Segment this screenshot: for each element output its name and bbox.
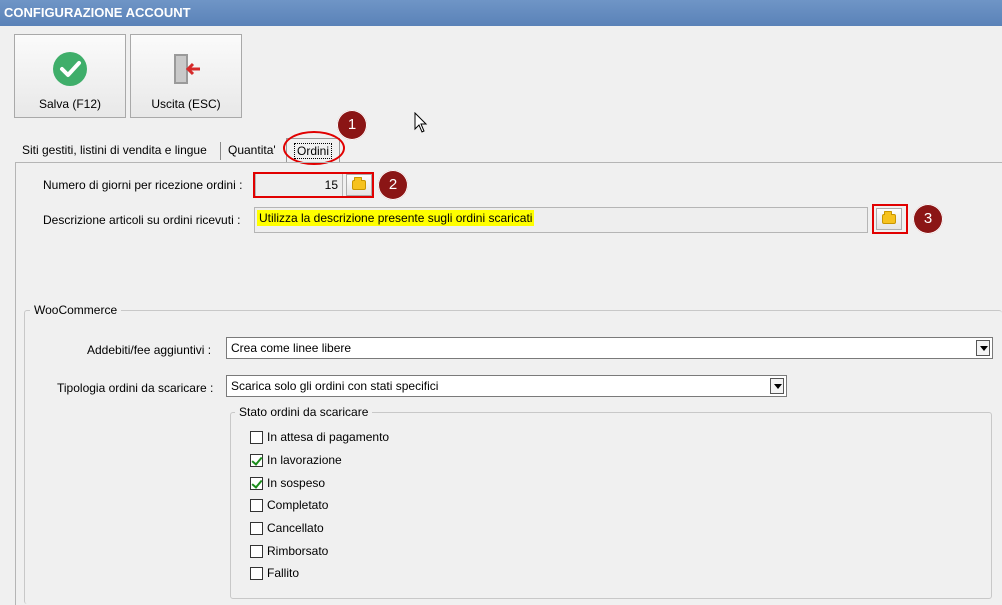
status-checkbox-label: In sospeso: [267, 476, 326, 490]
status-checkbox[interactable]: [250, 545, 263, 558]
status-checkbox-label: Completato: [267, 498, 329, 512]
fees-label: Addebiti/fee aggiuntivi :: [87, 343, 212, 357]
folder-icon: [882, 211, 896, 224]
tab-sites-label: Siti gestiti, listini di vendita e lingu…: [22, 143, 207, 157]
status-group-title: Stato ordini da scaricare: [235, 405, 373, 419]
description-folder-button[interactable]: [876, 208, 902, 230]
status-checkbox[interactable]: [250, 567, 263, 580]
description-field[interactable]: Utilizza la descrizione presente sugli o…: [254, 207, 868, 233]
order-type-select[interactable]: Scarica solo gli ordini con stati specif…: [226, 375, 787, 397]
chevron-down-icon[interactable]: [976, 340, 990, 356]
status-checkbox-label: In attesa di pagamento: [267, 430, 390, 444]
days-label: Numero di giorni per ricezione ordini :: [43, 178, 243, 192]
description-value: Utilizza la descrizione presente sugli o…: [257, 210, 535, 226]
exit-button[interactable]: Uscita (ESC): [130, 34, 242, 118]
annotation-ellipse: [283, 131, 345, 165]
status-checkbox-label: Fallito: [267, 566, 300, 580]
chevron-down-icon[interactable]: [770, 378, 784, 394]
status-checkbox-label: Rimborsato: [267, 544, 329, 558]
status-checkbox[interactable]: [250, 477, 263, 490]
fees-select[interactable]: Crea come linee libere: [226, 337, 993, 359]
window-title: CONFIGURAZIONE ACCOUNT: [0, 0, 1002, 26]
description-label: Descrizione articoli su ordini ricevuti …: [43, 213, 241, 227]
status-checkbox-label: Cancellato: [267, 521, 324, 535]
status-checkbox[interactable]: [250, 431, 263, 444]
annotation-badge-1: 1: [337, 110, 367, 140]
order-type-select-value: Scarica solo gli ordini con stati specif…: [231, 379, 439, 393]
order-type-label: Tipologia ordini da scaricare :: [57, 381, 214, 395]
status-checkbox[interactable]: [250, 522, 263, 535]
exit-button-label: Uscita (ESC): [151, 97, 221, 111]
mouse-pointer-icon: [414, 112, 428, 133]
annotation-badge-3: 3: [913, 204, 943, 234]
status-checkbox[interactable]: [250, 454, 263, 467]
days-folder-button[interactable]: [346, 174, 372, 196]
tab-quantity-label: Quantita': [228, 143, 276, 157]
save-button-label: Salva (F12): [38, 97, 102, 111]
check-circle-icon: [53, 52, 87, 86]
fees-select-value: Crea come linee libere: [231, 341, 352, 355]
tab-separator: [220, 142, 221, 160]
woocommerce-group-title: WooCommerce: [30, 303, 122, 317]
annotation-badge-2: 2: [378, 170, 408, 200]
status-checkbox[interactable]: [250, 499, 263, 512]
folder-icon: [352, 177, 366, 190]
save-button[interactable]: Salva (F12): [14, 34, 126, 118]
exit-door-icon: [174, 54, 200, 84]
tab-quantity[interactable]: Quantita': [228, 138, 276, 162]
tab-sites[interactable]: Siti gestiti, listini di vendita e lingu…: [22, 138, 207, 162]
status-checkbox-label: In lavorazione: [267, 453, 342, 467]
